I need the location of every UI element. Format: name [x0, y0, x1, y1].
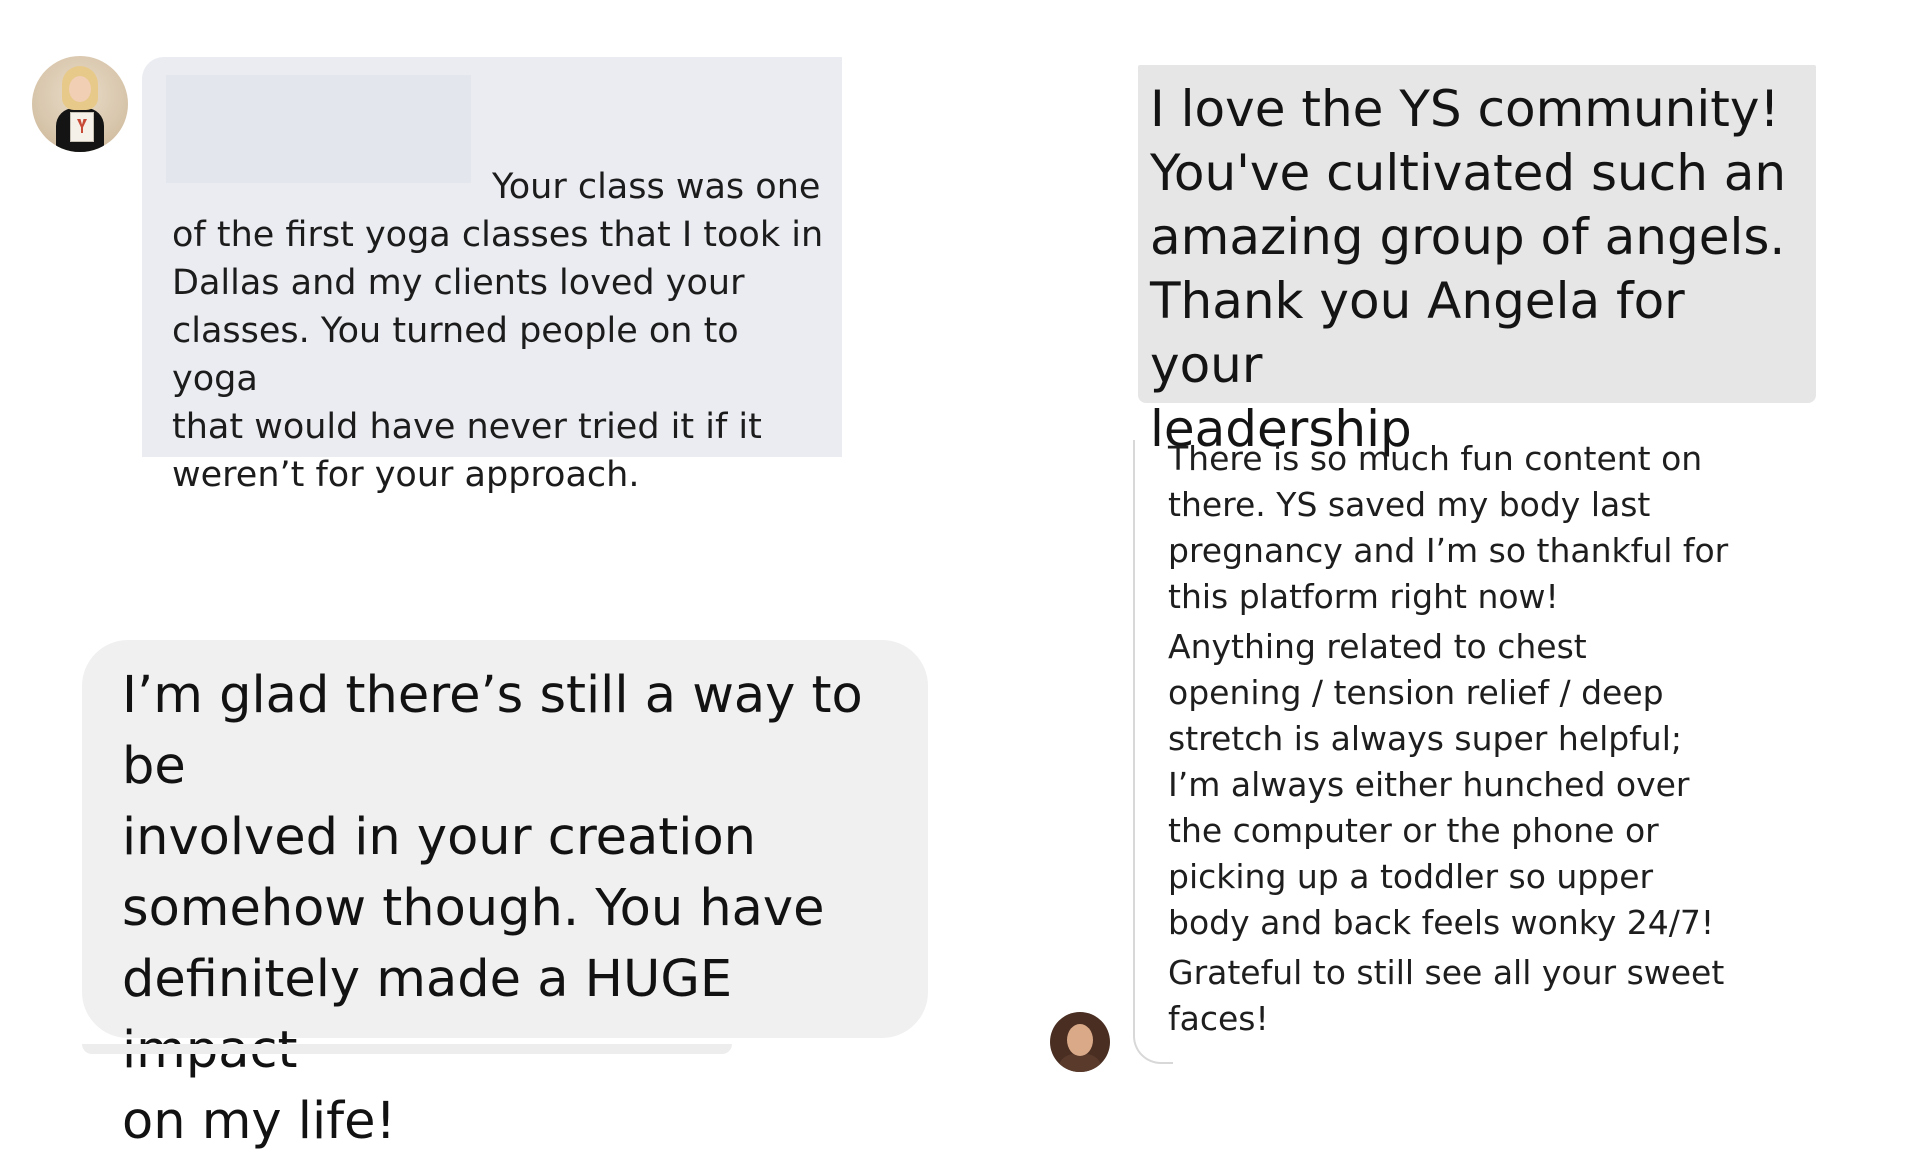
message-text: I’m glad there’s still a way to be invol…: [122, 660, 908, 1157]
reply-line: faces!: [1168, 999, 1269, 1038]
message-line: I love the YS community!: [1150, 80, 1780, 138]
message-line: definitely made a HUGE impact: [122, 950, 733, 1080]
avatar-face: [69, 76, 91, 102]
avatar-face: [1067, 1024, 1093, 1056]
message-line: somehow though. You have: [122, 879, 825, 938]
message-line: of the first yoga classes that I took in: [172, 215, 824, 255]
message-line: weren’t for your approach.: [172, 455, 640, 495]
reply-line: There is so much fun content on: [1168, 439, 1703, 478]
reply-line: pregnancy and I’m so thankful for: [1168, 531, 1729, 570]
message-line: Dallas and my clients loved your: [172, 263, 745, 303]
reply-line: the computer or the phone or: [1168, 811, 1659, 850]
reply-line: I’m always either hunched over: [1168, 765, 1690, 804]
reply-paragraph: There is so much fun content on there. Y…: [1168, 436, 1808, 620]
message-line: Thank you Angela for your: [1150, 272, 1685, 394]
message-line: on my life!: [122, 1092, 396, 1151]
message-line: involved in your creation: [122, 808, 756, 867]
reply-thread-text: There is so much fun content on there. Y…: [1168, 436, 1808, 1046]
avatar-book: [70, 112, 94, 142]
message-line: I’m glad there’s still a way to be: [122, 666, 863, 796]
reply-line: body and back feels wonky 24/7!: [1168, 903, 1715, 942]
next-bubble-edge: [82, 1044, 732, 1054]
message-line: amazing group of angels.: [1150, 208, 1786, 266]
message-text: I love the YS community! You've cultivat…: [1150, 77, 1806, 461]
message-text: Your class was one of the first yoga cla…: [172, 163, 832, 499]
reply-line: this platform right now!: [1168, 577, 1559, 616]
message-line: classes. You turned people on to yoga: [172, 311, 739, 399]
sender-avatar-icon[interactable]: [32, 56, 128, 152]
message-line: that would have never tried it if it: [172, 407, 762, 447]
message-bubble-class-review: Your class was one of the first yoga cla…: [142, 57, 842, 495]
reply-line: opening / tension relief / deep: [1168, 673, 1664, 712]
avatar-body: [1058, 1054, 1102, 1072]
message-bubble-community: I love the YS community! You've cultivat…: [1138, 65, 1816, 458]
reply-line: stretch is always super helpful;: [1168, 719, 1682, 758]
reply-avatar-icon[interactable]: [1050, 1012, 1110, 1072]
reply-paragraph: Anything related to chest opening / tens…: [1168, 624, 1808, 946]
message-line: Your class was one: [492, 167, 821, 207]
reply-line: Grateful to still see all your sweet: [1168, 953, 1725, 992]
reply-line: Anything related to chest: [1168, 627, 1587, 666]
reply-paragraph: Grateful to still see all your sweet fac…: [1168, 950, 1808, 1042]
reply-line: there. YS saved my body last: [1168, 485, 1651, 524]
message-bubble-impact: I’m glad there’s still a way to be invol…: [82, 640, 928, 1151]
reply-thread-line: [1133, 440, 1173, 1064]
message-line: You've cultivated such an: [1150, 144, 1787, 202]
reply-line: picking up a toddler so upper: [1168, 857, 1654, 896]
